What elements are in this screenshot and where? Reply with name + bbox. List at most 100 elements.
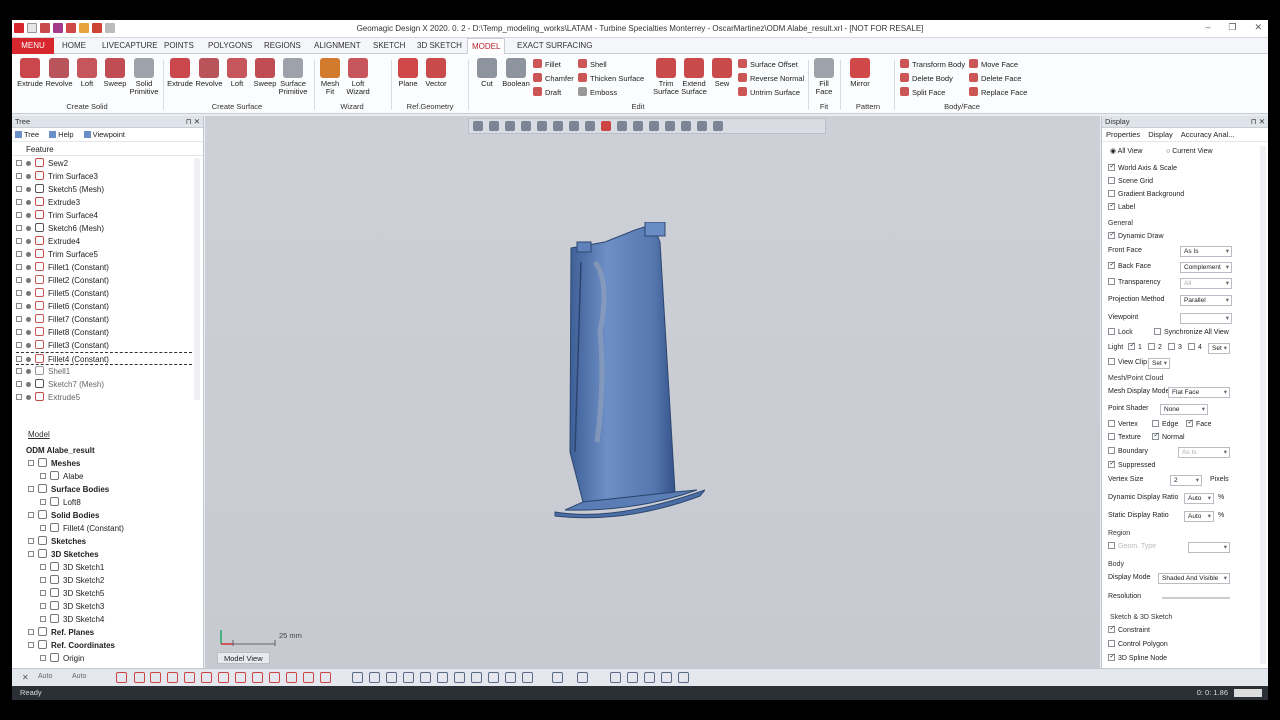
- visibility-icon[interactable]: [26, 357, 31, 362]
- selection-tool-icon[interactable]: [369, 672, 380, 683]
- selection-tool-icon[interactable]: [488, 672, 499, 683]
- expand-icon[interactable]: [16, 394, 22, 400]
- display-panel-scrollbar[interactable]: [1260, 146, 1266, 664]
- expand-icon[interactable]: [40, 603, 46, 609]
- visibility-icon[interactable]: [26, 226, 31, 231]
- tab-regions[interactable]: REGIONS: [260, 38, 305, 54]
- fill-face-button[interactable]: Fill Face: [810, 58, 838, 96]
- split-face-button[interactable]: Split Face: [900, 86, 945, 99]
- surface-revolve-button[interactable]: Revolve: [195, 58, 223, 88]
- feature-tree-item[interactable]: Fillet5 (Constant): [16, 287, 109, 300]
- surface-sweep-button[interactable]: Sweep: [251, 58, 279, 88]
- mirror-button[interactable]: Mirror: [846, 58, 874, 88]
- selection-tool-icon[interactable]: [269, 672, 280, 683]
- region-select[interactable]: [1188, 542, 1230, 553]
- thicken-surface-button[interactable]: Thicken Surface: [578, 72, 644, 85]
- expand-icon[interactable]: [16, 264, 22, 270]
- feature-tree-item[interactable]: Trim Surface5: [16, 248, 98, 261]
- selection-tool-icon[interactable]: [577, 672, 588, 683]
- visibility-icon[interactable]: [26, 265, 31, 270]
- feature-tree-item[interactable]: Fillet4 (Constant): [16, 352, 192, 365]
- tab-polygons[interactable]: POLYGONS: [204, 38, 256, 54]
- selection-tool-icon[interactable]: [644, 672, 655, 683]
- surface-loft-button[interactable]: Loft: [223, 58, 251, 88]
- zoom-icon[interactable]: [617, 121, 627, 131]
- viewpoint-select[interactable]: [1180, 313, 1232, 324]
- expand-icon[interactable]: [16, 329, 22, 335]
- all-view-radio[interactable]: ◉ All View: [1110, 146, 1142, 158]
- visibility-icon[interactable]: [26, 252, 31, 257]
- expand-icon[interactable]: [40, 525, 46, 531]
- model-tree-item[interactable]: Ref. Coordinates: [28, 639, 115, 652]
- selection-tool-icon[interactable]: [150, 672, 161, 683]
- selection-tool-icon[interactable]: [352, 672, 363, 683]
- turbine-blade-model[interactable]: [535, 222, 705, 522]
- replace-face-button[interactable]: Replace Face: [969, 86, 1027, 99]
- visibility-icon[interactable]: [26, 291, 31, 296]
- selection-tool-icon[interactable]: [505, 672, 516, 683]
- tab-model-view[interactable]: Model View: [217, 652, 270, 664]
- expand-icon[interactable]: [28, 551, 34, 557]
- scene-grid-checkbox[interactable]: Scene Grid: [1108, 176, 1153, 188]
- expand-icon[interactable]: [16, 212, 22, 218]
- model-tree-item[interactable]: ODM Alabe_result: [16, 444, 95, 457]
- tab-3d-sketch[interactable]: 3D SKETCH: [413, 38, 466, 54]
- expand-icon[interactable]: [16, 173, 22, 179]
- visibility-icon[interactable]: [26, 330, 31, 335]
- selection-filter-icon[interactable]: ✕: [22, 673, 29, 682]
- selection-tool-icon[interactable]: [552, 672, 563, 683]
- normal-checkbox[interactable]: Normal: [1152, 430, 1185, 444]
- selection-tool-icon[interactable]: [403, 672, 414, 683]
- rotate-icon[interactable]: [649, 121, 659, 131]
- solid-loft-button[interactable]: Loft: [73, 58, 101, 88]
- render-icon[interactable]: [713, 121, 723, 131]
- expand-icon[interactable]: [28, 486, 34, 492]
- panel-pin-close-icon[interactable]: ⊓ ✕: [1251, 117, 1265, 126]
- suppressed-checkbox[interactable]: Suppressed: [1108, 458, 1155, 472]
- visibility-icon[interactable]: [26, 161, 31, 166]
- solid-revolve-button[interactable]: Revolve: [45, 58, 73, 88]
- plane-button[interactable]: Plane: [394, 58, 422, 88]
- expand-icon[interactable]: [16, 303, 22, 309]
- body-display-mode-select[interactable]: Shaded And Visible: [1158, 573, 1230, 584]
- selection-tool-icon[interactable]: [386, 672, 397, 683]
- feature-tree-item[interactable]: Fillet2 (Constant): [16, 274, 109, 287]
- selection-tool-icon[interactable]: [252, 672, 263, 683]
- visibility-icon[interactable]: [26, 343, 31, 348]
- feature-tree-item[interactable]: Extrude3: [16, 196, 80, 209]
- solid-primitive-button[interactable]: Solid Primitive: [129, 58, 159, 96]
- light-4-checkbox[interactable]: 4: [1188, 342, 1202, 354]
- solid-extrude-button[interactable]: Extrude: [16, 58, 44, 88]
- delete-face-button[interactable]: Delete Face: [969, 72, 1021, 85]
- expand-icon[interactable]: [16, 368, 22, 374]
- selection-tool-icon[interactable]: [661, 672, 672, 683]
- surface-offset-button[interactable]: Surface Offset: [738, 58, 798, 71]
- selection-tool-icon[interactable]: [134, 672, 145, 683]
- measure-icon[interactable]: [681, 121, 691, 131]
- selection-tool-icon[interactable]: [235, 672, 246, 683]
- light-2-checkbox[interactable]: 2: [1148, 342, 1162, 354]
- dynamic-ratio-spinner[interactable]: Auto: [1184, 493, 1214, 504]
- point-shader-select[interactable]: None: [1160, 404, 1208, 415]
- feature-tree-item[interactable]: Sew2: [16, 157, 68, 170]
- model-tree-item[interactable]: Alabe: [40, 470, 83, 483]
- visibility-icon[interactable]: [26, 395, 31, 400]
- view-right-icon[interactable]: [569, 121, 579, 131]
- selection-tool-icon[interactable]: [286, 672, 297, 683]
- chamfer-button[interactable]: Chamfer: [533, 72, 574, 85]
- tab-alignment[interactable]: ALIGNMENT: [310, 38, 365, 54]
- model-tree-item[interactable]: 3D Sketch5: [40, 587, 104, 600]
- expand-icon[interactable]: [28, 642, 34, 648]
- visibility-icon[interactable]: [26, 304, 31, 309]
- move-face-button[interactable]: Move Face: [969, 58, 1018, 71]
- selection-tool-icon[interactable]: [184, 672, 195, 683]
- auto-select-1[interactable]: Auto: [38, 673, 52, 680]
- tab-help[interactable]: Help: [49, 130, 74, 139]
- selection-tool-icon[interactable]: [420, 672, 431, 683]
- expand-icon[interactable]: [40, 473, 46, 479]
- model-tree-item[interactable]: Meshes: [28, 457, 80, 470]
- vertex-checkbox[interactable]: Vertex: [1108, 419, 1138, 431]
- feature-tree-item[interactable]: Fillet1 (Constant): [16, 261, 109, 274]
- model-tree-item[interactable]: Sketches: [28, 535, 86, 548]
- surface-primitive-button[interactable]: Surface Primitive: [278, 58, 308, 96]
